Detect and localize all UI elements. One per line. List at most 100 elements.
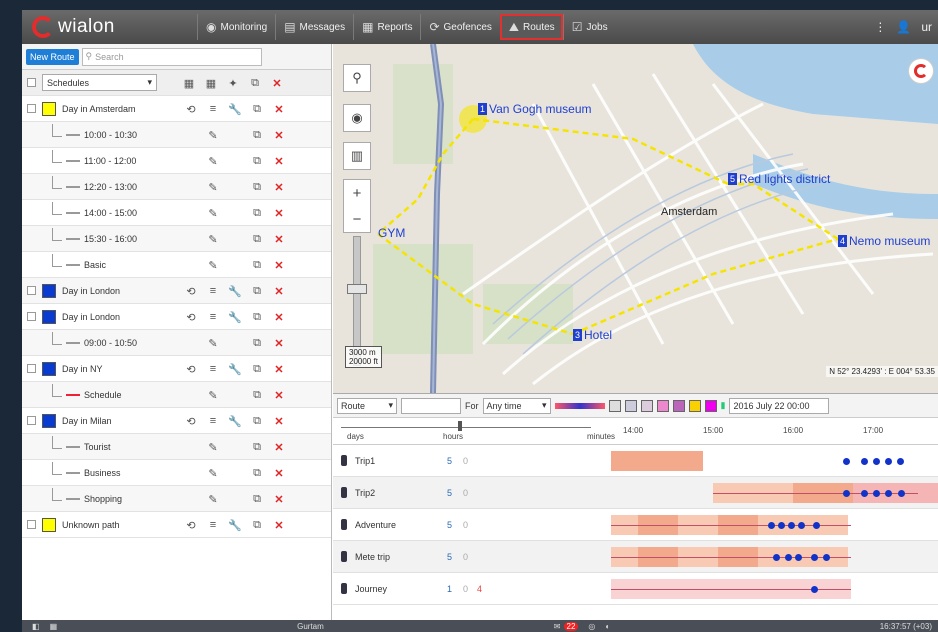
user-icon[interactable]: 👤 <box>896 20 911 34</box>
route-row[interactable]: Day in London ⟲ ≡ 🔧 ⧉ ✕ <box>22 278 331 304</box>
schedule-row[interactable]: 14:00 - 15:00 ✎ ⧉ ✕ <box>22 200 331 226</box>
timeline-point[interactable] <box>811 554 818 561</box>
route-row[interactable]: Day in NY ⟲ ≡ 🔧 ⧉ ✕ <box>22 356 331 382</box>
color-magenta-toggle[interactable] <box>704 399 717 412</box>
select-all-checkbox[interactable] <box>27 78 36 87</box>
edit-icon[interactable]: ✎ <box>202 259 224 272</box>
notifications-icon[interactable]: ✉ <box>554 622 561 631</box>
row-name[interactable]: Basic <box>84 260 106 270</box>
calendar-icon[interactable]: ▦ <box>178 77 200 90</box>
route-color-swatch[interactable] <box>42 101 56 116</box>
row-name[interactable]: Schedule <box>84 390 122 400</box>
edit-icon[interactable]: ✎ <box>202 129 224 142</box>
copy-icon[interactable]: ⧉ <box>246 519 268 532</box>
edit-icon[interactable]: ✎ <box>202 493 224 506</box>
poi-marker[interactable]: 5 Red lights district <box>728 172 830 186</box>
new-route-button[interactable]: New Route <box>26 48 79 65</box>
route-checkbox[interactable] <box>27 520 36 529</box>
route-checkbox[interactable] <box>27 364 36 373</box>
map-locate-button[interactable]: ◉ <box>343 104 371 132</box>
option-toggle-2[interactable] <box>624 399 637 412</box>
row-name[interactable]: 12:20 - 13:00 <box>84 182 137 192</box>
list-icon[interactable]: ≡ <box>202 311 224 323</box>
events-icon[interactable]: ◎ <box>588 622 595 631</box>
history-icon[interactable]: ⟲ <box>180 311 202 324</box>
delete-icon[interactable]: ✕ <box>268 493 290 506</box>
route-row[interactable]: Day in Amsterdam ⟲ ≡ 🔧 ⧉ ✕ <box>22 96 331 122</box>
delete-icon[interactable]: ✕ <box>268 415 290 428</box>
date-picker-icon[interactable]: ▮ <box>721 400 726 411</box>
nav-monitoring[interactable]: ◉ Monitoring <box>197 14 275 40</box>
edit-icon[interactable]: ✎ <box>202 233 224 246</box>
schedule-row[interactable]: Schedule ✎ ⧉ ✕ <box>22 382 331 408</box>
delete-icon[interactable]: ✕ <box>268 181 290 194</box>
timeline-row[interactable]: Trip2 5 0 <box>333 477 938 509</box>
timeline-point[interactable] <box>873 458 880 465</box>
timeline-point[interactable] <box>773 554 780 561</box>
timeline-point[interactable] <box>768 522 775 529</box>
row-name[interactable]: 11:00 - 12:00 <box>84 156 136 166</box>
delete-icon[interactable]: ✕ <box>268 207 290 220</box>
row-name[interactable]: Day in NY <box>62 364 103 374</box>
copy-icon[interactable]: ⧉ <box>246 129 268 142</box>
delete-icon[interactable]: ✕ <box>268 103 290 116</box>
schedule-row[interactable]: Business ✎ ⧉ ✕ <box>22 460 331 486</box>
delete-icon[interactable]: ✕ <box>268 441 290 454</box>
poi-marker[interactable]: 1 Van Gogh museum <box>478 102 592 116</box>
schedule-row[interactable]: 10:00 - 10:30 ✎ ⧉ ✕ <box>22 122 331 148</box>
route-checkbox[interactable] <box>27 416 36 425</box>
map-canvas[interactable] <box>333 44 938 393</box>
timeline-point[interactable] <box>873 490 880 497</box>
delete-icon[interactable]: ✕ <box>268 363 290 376</box>
copy-icon[interactable]: ⧉ <box>246 259 268 272</box>
timeline-row[interactable]: Mete trip 5 0 <box>333 541 938 573</box>
list-icon[interactable]: ≡ <box>202 415 224 427</box>
map-search-button[interactable]: ⚲ <box>343 64 371 92</box>
history-icon[interactable]: ⟲ <box>180 103 202 116</box>
edit-icon[interactable]: ✎ <box>202 155 224 168</box>
list-icon[interactable]: ≡ <box>202 363 224 375</box>
row-name[interactable]: 09:00 - 10:50 <box>84 338 137 348</box>
nav-jobs[interactable]: ☑ Jobs <box>562 14 616 40</box>
route-row[interactable]: Unknown path ⟲ ≡ 🔧 ⧉ ✕ <box>22 512 331 538</box>
wrench-icon[interactable]: 🔧 <box>224 311 246 324</box>
schedule-row[interactable]: Basic ✎ ⧉ ✕ <box>22 252 331 278</box>
history-icon[interactable]: ⟲ <box>180 363 202 376</box>
wrench-icon[interactable]: 🔧 <box>224 363 246 376</box>
nav-geofences[interactable]: ⟳ Geofences <box>420 14 499 40</box>
row-name[interactable]: Day in London <box>62 286 120 296</box>
schedule-row[interactable]: 15:30 - 16:00 ✎ ⧉ ✕ <box>22 226 331 252</box>
panel-toggle-icon[interactable]: ◧ <box>32 622 40 631</box>
route-filter-select[interactable]: Schedules ▾ <box>42 74 157 91</box>
wrench-icon[interactable]: 🔧 <box>224 285 246 298</box>
route-checkbox[interactable] <box>27 286 36 295</box>
delete-icon[interactable]: ✕ <box>268 337 290 350</box>
history-icon[interactable]: ⟲ <box>180 519 202 532</box>
date-input[interactable]: 2016 July 22 00:00 <box>729 397 830 414</box>
wrench-icon[interactable]: 🔧 <box>224 519 246 532</box>
delete-icon[interactable]: ✕ <box>268 233 290 246</box>
color-yellow-toggle[interactable] <box>688 399 701 412</box>
wialon-logo[interactable]: wialon <box>22 10 197 44</box>
edit-icon[interactable]: ✎ <box>202 337 224 350</box>
map-layers-button[interactable]: ▥ <box>343 142 371 170</box>
row-name[interactable]: Shopping <box>84 494 122 504</box>
copy-icon[interactable]: ⧉ <box>244 77 266 90</box>
timeline-point[interactable] <box>778 522 785 529</box>
row-name[interactable]: Day in Milan <box>62 416 112 426</box>
user-name[interactable]: ur <box>921 20 932 34</box>
edit-icon[interactable]: ✎ <box>202 207 224 220</box>
copy-icon[interactable]: ⧉ <box>246 311 268 324</box>
option-toggle-1[interactable] <box>608 399 621 412</box>
zoom-in-button[interactable]: + <box>344 180 370 206</box>
scale-slider-handle[interactable] <box>458 421 462 431</box>
copy-icon[interactable]: ⧉ <box>246 441 268 454</box>
copy-icon[interactable]: ⧉ <box>246 389 268 402</box>
timeline-point[interactable] <box>788 522 795 529</box>
timeline-point[interactable] <box>843 490 850 497</box>
filter-input[interactable] <box>401 397 461 414</box>
history-icon[interactable]: ⟲ <box>180 285 202 298</box>
nav-routes[interactable]: ⛰ Routes <box>499 14 563 40</box>
row-name[interactable]: Tourist <box>84 442 111 452</box>
row-name[interactable]: Business <box>84 468 121 478</box>
